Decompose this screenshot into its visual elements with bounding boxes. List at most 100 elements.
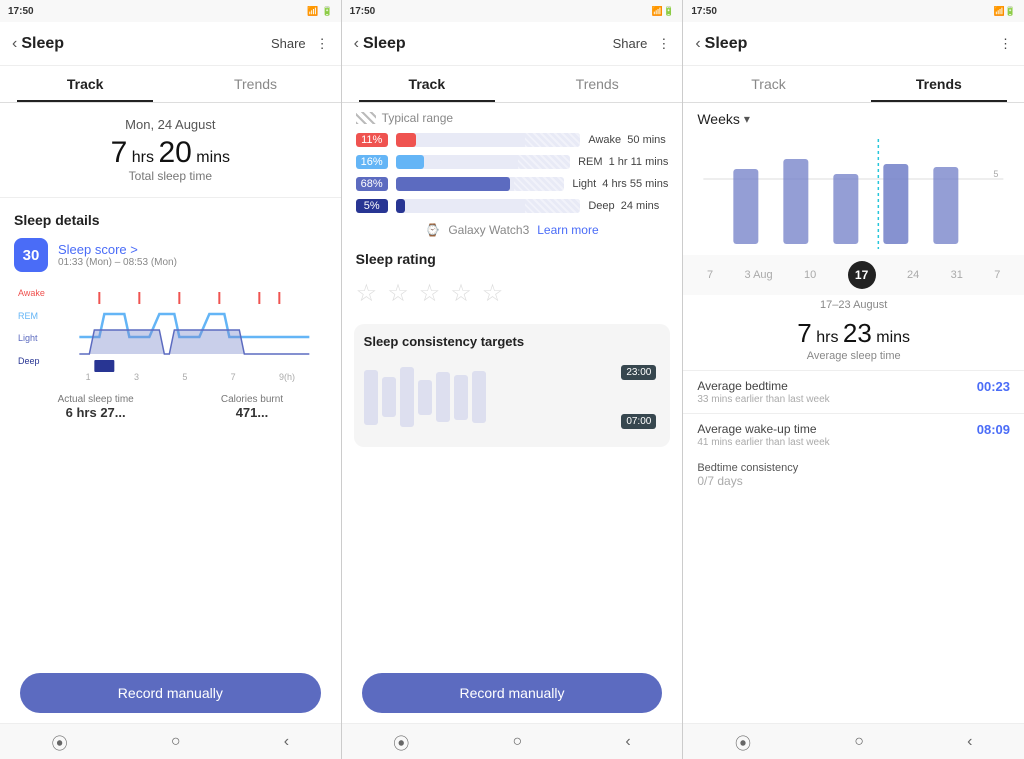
date-7b[interactable]: 7 — [994, 269, 1000, 281]
back-nav-2[interactable]: ‹ Sleep — [354, 35, 406, 53]
tab-track-3[interactable]: Track — [683, 66, 853, 102]
record-manually-btn-2[interactable]: Record manually — [362, 673, 663, 713]
panel-3: 17:50 📶🔋 ‹ Sleep ⋮ Track Trends Weeks ▾ — [683, 0, 1024, 759]
date-31[interactable]: 31 — [951, 269, 963, 281]
rem-bar — [396, 155, 570, 169]
time-2: 17:50 — [350, 6, 376, 17]
bedtime-consistency-label: Bedtime consistency 0/7 days — [683, 456, 1024, 490]
date-24[interactable]: 24 — [907, 269, 919, 281]
date-3aug[interactable]: 3 Aug — [745, 269, 773, 281]
avg-bedtime-row: 00:23 Average bedtime 33 mins earlier th… — [683, 370, 1024, 413]
source-row: ⌚ Galaxy Watch3 Learn more — [342, 217, 683, 243]
calories-value: 471... — [221, 405, 283, 420]
date-7[interactable]: 7 — [707, 269, 713, 281]
share-btn-1[interactable]: Share — [271, 36, 306, 51]
nav-bar-3: ⦿ ○ ‹ — [683, 723, 1024, 759]
nav-back-icon-2[interactable]: ‹ — [625, 733, 630, 751]
date-nav-row: 7 3 Aug 10 17 24 31 7 — [683, 255, 1024, 295]
nav-menu-icon-1[interactable]: ⦿ — [52, 730, 68, 754]
weeks-dropdown[interactable]: Weeks ▾ — [697, 111, 1010, 127]
learn-more-link[interactable]: Learn more — [537, 223, 598, 237]
nav-back-icon-1[interactable]: ‹ — [284, 733, 289, 751]
page-title-2: Sleep — [363, 35, 406, 53]
status-icons-2: 📶🔋 — [652, 6, 674, 17]
score-badge: 30 — [14, 238, 48, 272]
time-tag-07: 07:00 — [621, 414, 656, 429]
back-arrow-1[interactable]: ‹ — [12, 35, 17, 53]
stage-row-rem: 16% REM 1 hr 11 mins — [342, 151, 683, 173]
back-nav-3[interactable]: ‹ Sleep — [695, 35, 747, 53]
time-tag-23: 23:00 — [621, 365, 656, 380]
star-4[interactable]: ☆ — [450, 279, 472, 308]
bar-chart-svg: 5 — [697, 139, 1010, 249]
sleep-bar-3 — [400, 367, 414, 427]
rem-time: REM 1 hr 11 mins — [578, 156, 668, 168]
nav-home-icon-3[interactable]: ○ — [854, 733, 864, 751]
more-btn-1[interactable]: ⋮ — [316, 36, 329, 52]
actual-sleep-stat: Actual sleep time 6 hrs 27... — [58, 394, 134, 420]
back-nav-1[interactable]: ‹ Sleep — [12, 35, 64, 53]
tab-track-1[interactable]: Track — [0, 66, 170, 102]
y-label-deep: Deep — [18, 356, 54, 366]
bedtime-consistency-value: 0/7 days — [697, 474, 742, 488]
share-btn-2[interactable]: Share — [613, 36, 648, 51]
status-bar-3: 17:50 📶🔋 — [683, 0, 1024, 22]
score-label[interactable]: Sleep score > — [58, 242, 177, 257]
hatch-icon — [356, 112, 376, 124]
awake-fill — [396, 133, 416, 147]
nav-home-icon-1[interactable]: ○ — [171, 733, 181, 751]
sleep-chart-svg — [58, 282, 331, 372]
avg-sleep-label: Average sleep time — [683, 350, 1024, 370]
sleep-bar-1 — [364, 370, 378, 425]
stars-row[interactable]: ☆ ☆ ☆ ☆ ☆ — [356, 275, 669, 312]
more-btn-2[interactable]: ⋮ — [657, 36, 670, 52]
chart-y-labels: Awake REM Light Deep — [18, 282, 54, 372]
avg-bedtime-title: Average bedtime — [697, 379, 1010, 393]
tab-bar-2: Track Trends — [342, 66, 683, 103]
star-3[interactable]: ☆ — [419, 279, 441, 308]
star-2[interactable]: ☆ — [387, 279, 409, 308]
nav-menu-icon-3[interactable]: ⦿ — [735, 730, 751, 754]
back-arrow-3[interactable]: ‹ — [695, 35, 700, 53]
nav-back-icon-3[interactable]: ‹ — [967, 733, 972, 751]
tab-trends-1[interactable]: Trends — [170, 66, 340, 102]
sleep-time-1: 7 hrs 20 mins — [0, 136, 341, 169]
nav-menu-icon-2[interactable]: ⦿ — [393, 730, 409, 754]
status-bar-2: 17:50 📶🔋 — [342, 0, 683, 22]
star-5[interactable]: ☆ — [482, 279, 504, 308]
awake-time: Awake 50 mins — [588, 134, 668, 146]
avg-wake-value: 08:09 — [977, 422, 1010, 437]
header-actions-1: Share ⋮ — [271, 36, 329, 52]
y-label-rem: REM — [18, 311, 54, 321]
page-title-3: Sleep — [705, 35, 748, 53]
chart-x-labels: 1 3 5 7 9(h) — [10, 372, 331, 382]
stage-row-awake: 11% Awake 50 mins — [342, 129, 683, 151]
nav-bar-1: ⦿ ○ ‹ — [0, 723, 341, 759]
calories-label: Calories burnt — [221, 394, 283, 405]
typical-range-label: Typical range — [342, 103, 683, 129]
record-manually-btn-1[interactable]: Record manually — [20, 673, 321, 713]
tab-trends-3[interactable]: Trends — [854, 66, 1024, 102]
trends-header: Weeks ▾ — [683, 103, 1024, 135]
date-10[interactable]: 10 — [804, 269, 816, 281]
avg-bedtime-sub: 33 mins earlier than last week — [697, 394, 1010, 405]
nav-bar-2: ⦿ ○ ‹ — [342, 723, 683, 759]
record-btn-wrap-2: Record manually — [342, 663, 683, 723]
nav-home-icon-2[interactable]: ○ — [513, 733, 523, 751]
tab-trends-2[interactable]: Trends — [512, 66, 682, 102]
header-actions-3: ⋮ — [999, 36, 1012, 52]
deep-time: Deep 24 mins — [588, 200, 668, 212]
avg-wake-row: 08:09 Average wake-up time 41 mins earli… — [683, 413, 1024, 456]
star-1[interactable]: ☆ — [356, 279, 378, 308]
tab-track-2[interactable]: Track — [342, 66, 512, 102]
avg-wake-sub: 41 mins earlier than last week — [697, 437, 1010, 448]
sleep-chart-area: Awake REM Light Deep — [0, 278, 341, 388]
calories-stat: Calories burnt 471... — [221, 394, 283, 420]
app-header-3: ‹ Sleep ⋮ — [683, 22, 1024, 66]
sleep-bar-5 — [436, 372, 450, 422]
date-17-active[interactable]: 17 — [848, 261, 876, 289]
source-label: Galaxy Watch3 — [448, 223, 529, 237]
more-btn-3[interactable]: ⋮ — [999, 36, 1012, 52]
back-arrow-2[interactable]: ‹ — [354, 35, 359, 53]
light-time: Light 4 hrs 55 mins — [572, 178, 668, 190]
